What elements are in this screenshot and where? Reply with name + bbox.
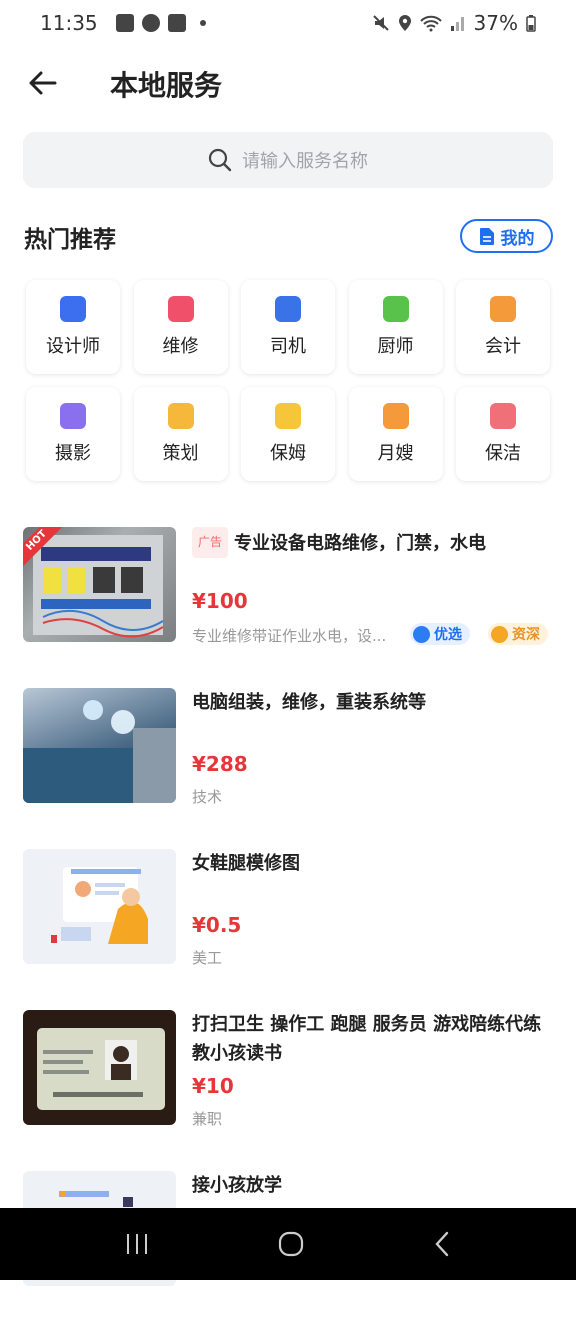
back-arrow-icon[interactable] [26, 66, 60, 100]
bowl-icon [275, 403, 301, 429]
category-label: 保姆 [270, 443, 306, 464]
listing-title: 打扫卫生 操作工 跑腿 服务员 游戏陪练代练 教小孩读书 [192, 1014, 542, 1064]
listing-description: 技术 [192, 788, 223, 806]
listing-title: 电脑组装，维修，重装系统等 [192, 692, 426, 713]
illustration-image [51, 867, 148, 944]
listing-price: ¥288 [192, 752, 248, 776]
category-item[interactable]: 策划 [133, 387, 228, 481]
category-label: 设计师 [46, 336, 100, 357]
search-placeholder: 请输入服务名称 [242, 151, 368, 172]
document-icon [167, 403, 194, 429]
mine-label: 我的 [500, 228, 535, 249]
section-title-hot: 热门推荐 [24, 227, 116, 253]
category-grid: 设计师 维修 司机 厨师 会计摄影 策划 保姆 月嫂 保洁 [26, 280, 550, 481]
app-header: 本地服务 [0, 52, 576, 114]
star-icon [491, 625, 508, 643]
video-camera-icon [60, 403, 86, 429]
category-item[interactable]: 维修 [133, 280, 228, 374]
baby-bottle-icon [382, 403, 409, 429]
category-label: 会计 [485, 336, 521, 357]
signal-icon [450, 17, 464, 31]
thumbs-up-icon [413, 625, 430, 643]
listing-description: 美工 [192, 949, 223, 967]
listing-info: 女鞋腿模修图 ¥0.5 美工 [192, 849, 553, 967]
category-item[interactable]: 司机 [241, 280, 335, 374]
listing-thumbnail [23, 688, 176, 803]
listing-thumbnail [23, 849, 176, 964]
category-label: 厨师 [377, 336, 414, 357]
category-label: 策划 [162, 443, 199, 464]
document-icon [479, 228, 494, 245]
category-label: 司机 [270, 336, 306, 357]
status-time: 11:35 [40, 11, 98, 35]
id-card-image [37, 1028, 165, 1110]
app-notification-icon [141, 14, 160, 32]
category-item[interactable]: 保洁 [456, 387, 550, 481]
search-icon [208, 148, 232, 172]
listing-description: 专业维修带证作业水电，设... [192, 627, 387, 645]
page-title: 本地服务 [110, 69, 223, 102]
listing-info: 接小孩放学 [192, 1171, 553, 1200]
house-repair-icon [167, 296, 194, 322]
listing-thumbnail [23, 1010, 176, 1125]
listing-price: ¥0.5 [192, 913, 242, 937]
listing-title: 女鞋腿模修图 [192, 853, 300, 874]
listing-title-text: 专业设备电路维修，门禁，水电 [234, 533, 487, 554]
category-label: 保洁 [485, 443, 521, 464]
category-item[interactable]: 设计师 [26, 280, 120, 374]
mine-button[interactable]: 我的 [460, 219, 553, 253]
category-label: 月嫂 [377, 443, 414, 464]
category-item[interactable]: 保姆 [241, 387, 335, 481]
home-icon[interactable] [277, 1230, 305, 1258]
listing-title: 广告 专业设备电路维修，门禁，水电 [192, 527, 553, 558]
category-label: 摄影 [55, 443, 91, 464]
computer-image [23, 700, 176, 803]
more-notifications-icon [199, 20, 206, 26]
folder-icon [490, 296, 516, 322]
car-icon [275, 296, 301, 322]
list-item[interactable]: 电脑组装，维修，重装系统等 ¥288 技术 [23, 688, 553, 849]
list-item[interactable]: HOT 广告 专业设备电路维修，门禁，水电 ¥100 专业维修带证作业水电，设..… [23, 527, 553, 688]
search-input[interactable]: 请输入服务名称 [23, 132, 553, 188]
listing-price: ¥100 [192, 589, 248, 613]
status-bar: 11:35 37% [0, 0, 576, 46]
gallery-icon [115, 14, 134, 32]
listing-info: 打扫卫生 操作工 跑腿 服务员 游戏陪练代练 教小孩读书 ¥10 兼职 [192, 1010, 553, 1128]
location-icon [398, 15, 411, 31]
mute-icon [372, 15, 389, 31]
battery-icon [526, 15, 536, 32]
battery-percent: 37% [473, 11, 518, 35]
back-icon[interactable] [432, 1230, 452, 1258]
senior-badge-label: 资深 [512, 627, 540, 643]
recent-apps-icon[interactable] [124, 1232, 150, 1256]
wifi-icon [419, 15, 442, 32]
preferred-badge: 优选 [410, 623, 470, 645]
category-label: 维修 [162, 336, 199, 357]
list-item[interactable]: 女鞋腿模修图 ¥0.5 美工 [23, 849, 553, 1010]
senior-badge: 资深 [488, 623, 548, 645]
broom-icon [490, 403, 516, 429]
category-item[interactable]: 会计 [456, 280, 550, 374]
listing-info: 电脑组装，维修，重装系统等 ¥288 技术 [192, 688, 553, 806]
electrical-panel-image [33, 535, 164, 638]
listing-title: 接小孩放学 [192, 1175, 282, 1196]
list-item[interactable]: 打扫卫生 操作工 跑腿 服务员 游戏陪练代练 教小孩读书 ¥10 兼职 [23, 1010, 553, 1171]
preferred-badge-label: 优选 [434, 627, 462, 643]
listing-price: ¥10 [192, 1074, 234, 1098]
listing-description: 兼职 [192, 1110, 223, 1128]
category-item[interactable]: 厨师 [348, 280, 443, 374]
chef-hat-icon [382, 296, 409, 322]
ruler-pencil-icon [60, 296, 86, 322]
category-item[interactable]: 月嫂 [348, 387, 443, 481]
checkbox-notification-icon [167, 14, 186, 32]
category-item[interactable]: 摄影 [26, 387, 120, 481]
listing-thumbnail: HOT [23, 527, 176, 642]
system-nav-bar [0, 1208, 576, 1280]
ad-tag: 广告 [192, 527, 229, 558]
listing-info: 广告 专业设备电路维修，门禁，水电 ¥100 专业维修带证作业水电，设... 优选… [192, 527, 553, 645]
